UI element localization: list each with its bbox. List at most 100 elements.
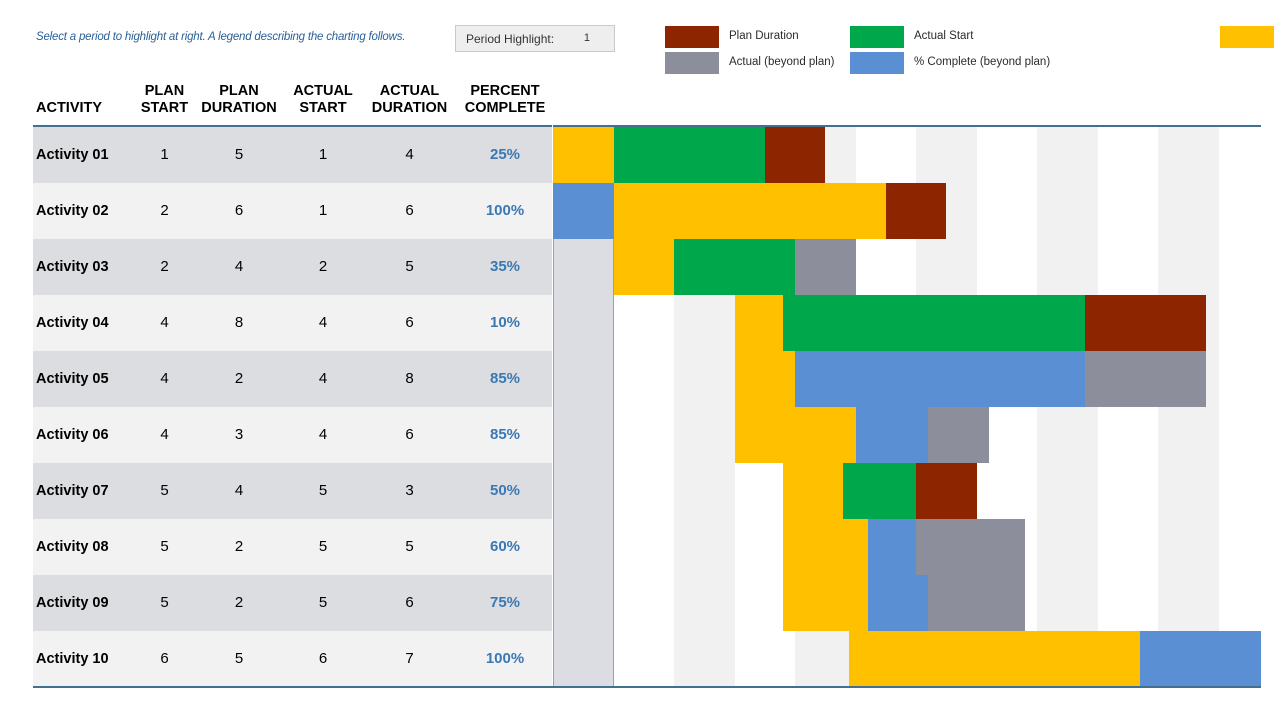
cell-actual-duration: 5 [405, 258, 414, 275]
cell-plan-duration: 8 [234, 314, 244, 331]
cell-plan-duration: 6 [234, 202, 244, 219]
gantt-bar-plan-duration [764, 127, 826, 183]
table-row[interactable]: Activity 05 4 2 4 8 85% [0, 351, 1280, 407]
gantt-grid-column [613, 351, 674, 407]
column-header-line1-percent_complete: PERCENT [470, 83, 540, 99]
gantt-grid-column [674, 631, 735, 687]
cell-plan-start: 2 [160, 202, 169, 219]
gantt-bar-percent-complete [734, 351, 795, 407]
column-header-plan_duration: PLAN DURATION [196, 83, 282, 117]
cell-plan-duration: 2 [234, 370, 244, 387]
cell-plan-start: 5 [160, 594, 169, 611]
highlighted-period-column [553, 295, 614, 351]
gantt-bar-percent-complete [849, 631, 1140, 687]
cell-percent-complete: 25% [489, 146, 521, 163]
cell-percent-complete: 100% [485, 650, 525, 667]
gantt-grid-column [1218, 407, 1279, 463]
gantt-grid-column [674, 407, 735, 463]
table-bottom-rule [33, 686, 1261, 688]
gantt-lane [553, 631, 1279, 687]
table-row[interactable]: Activity 10 6 5 6 7 100% [0, 631, 1280, 687]
column-header-line1-actual_start: ACTUAL [293, 83, 353, 99]
gantt-grid-column [613, 295, 674, 351]
table-header: PERIODS (MONTHS) ACTIVITYPLANSTARTPLANDU… [0, 78, 1280, 200]
column-header-actual_start: ACTUAL START [288, 83, 358, 117]
cell-percent-complete: 10% [489, 314, 521, 331]
cell-actual-duration: 7 [405, 650, 414, 667]
gantt-lane [553, 127, 1279, 183]
table-row[interactable]: Activity 01 1 5 1 4 25% [0, 127, 1280, 183]
table-row[interactable]: Activity 02 2 6 1 6 100% [0, 183, 1280, 239]
gantt-grid-column [1097, 519, 1158, 575]
column-header-line1-activity [36, 83, 141, 100]
gantt-bar-actual-start [613, 127, 765, 183]
cell-activity-name: Activity 10 [36, 651, 109, 667]
cell-actual-duration: 6 [405, 314, 414, 331]
gantt-grid-column [1037, 127, 1098, 183]
cell-actual-start: 5 [318, 482, 328, 499]
gantt-grid-column [1158, 127, 1219, 183]
gantt-grid-column [674, 351, 735, 407]
legend-swatch-percent-complete [1220, 26, 1274, 48]
cell-activity-name: Activity 03 [36, 259, 109, 275]
gantt-grid-column [1218, 183, 1279, 239]
gantt-lane [553, 183, 1279, 239]
table-row[interactable]: Activity 07 5 4 5 3 50% [0, 463, 1280, 519]
gantt-lane [553, 351, 1279, 407]
cell-plan-duration: 4 [234, 258, 244, 275]
instructions-text: Select a period to highlight at right. A… [36, 31, 406, 43]
column-header-line1-plan_start: PLAN [144, 83, 185, 99]
cell-actual-duration: 6 [405, 594, 414, 611]
column-header-line2-percent_complete: COMPLETE [464, 100, 546, 116]
column-header-plan_start: PLAN START [137, 83, 192, 117]
cell-actual-start: 4 [318, 370, 328, 387]
gantt-grid-column [1037, 519, 1098, 575]
gantt-bar-plan-duration [885, 183, 947, 239]
table-row[interactable]: Activity 03 2 4 2 5 35% [0, 239, 1280, 295]
gantt-grid-column [1158, 463, 1219, 519]
gantt-grid-column [613, 631, 674, 687]
column-header-line1-actual_duration: ACTUAL [379, 83, 440, 99]
cell-plan-start: 4 [160, 426, 169, 443]
period-highlight-label: Period Highlight: [466, 32, 555, 46]
cell-percent-complete: 35% [489, 258, 521, 275]
table-row[interactable]: Activity 04 4 8 4 6 10% [0, 295, 1280, 351]
gantt-grid-column [674, 575, 735, 631]
column-header-line2-actual_start: START [299, 100, 347, 116]
cell-actual-duration: 6 [405, 202, 414, 219]
gantt-lane [553, 463, 1279, 519]
cell-plan-start: 1 [160, 146, 169, 163]
table-row[interactable]: Activity 06 4 3 4 6 85% [0, 407, 1280, 463]
legend-label-pct-complete-beyond-plan: % Complete (beyond plan) [914, 56, 1051, 68]
cell-percent-complete: 50% [489, 482, 521, 499]
highlighted-period-column [553, 575, 614, 631]
table-row[interactable]: Activity 08 5 2 5 5 60% [0, 519, 1280, 575]
highlighted-period-column [553, 463, 614, 519]
gantt-lane [553, 519, 1279, 575]
period-highlight-value: 1 [583, 32, 590, 44]
cell-plan-start: 6 [160, 650, 169, 667]
gantt-bar-actual-start [843, 463, 916, 519]
table-row[interactable]: Activity 09 5 2 5 6 75% [0, 575, 1280, 631]
gantt-grid-column [1218, 127, 1279, 183]
period-highlight-input[interactable]: Period Highlight: 1 [455, 25, 615, 52]
gantt-grid-column [1037, 239, 1098, 295]
gantt-bar-percent-complete [782, 575, 868, 631]
legend-swatch-pct-complete-beyond-plan [850, 52, 904, 74]
cell-actual-start: 1 [318, 202, 328, 219]
gantt-grid-column [916, 239, 977, 295]
gantt-grid-column [1037, 183, 1098, 239]
highlighted-period-column [553, 407, 614, 463]
cell-activity-name: Activity 06 [36, 427, 109, 443]
cell-plan-start: 4 [160, 370, 169, 387]
gantt-bar-actual-beyond-plan [1085, 351, 1207, 407]
cell-actual-start: 4 [318, 426, 328, 443]
highlighted-period-column [553, 631, 614, 687]
cell-activity-name: Activity 05 [36, 371, 109, 387]
cell-actual-start: 6 [318, 650, 328, 667]
gantt-grid-column [734, 631, 795, 687]
cell-plan-duration: 2 [234, 538, 244, 555]
gantt-grid-column [1218, 239, 1279, 295]
legend-label-plan-duration: Plan Duration [729, 30, 799, 42]
cell-plan-duration: 3 [234, 426, 244, 443]
